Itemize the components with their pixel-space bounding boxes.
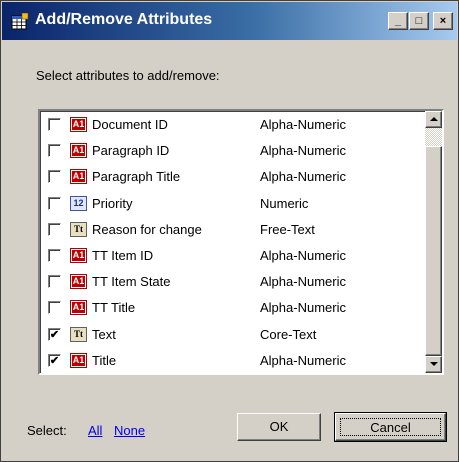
attribute-checkbox[interactable] (48, 353, 61, 367)
alpha-numeric-glyph: A1 (72, 354, 85, 366)
attribute-row[interactable]: A1 Title Alpha-Numeric (40, 349, 420, 373)
attribute-row[interactable]: A1 Paragraph Title Alpha-Numeric (40, 165, 420, 191)
attribute-type: Alpha-Numeric (260, 352, 346, 368)
attribute-checkbox[interactable] (48, 249, 61, 262)
alpha-numeric-glyph: A1 (72, 145, 85, 157)
alpha-numeric-icon: A1 (70, 248, 87, 263)
scroll-up-button[interactable] (425, 111, 442, 128)
attribute-checkbox[interactable] (48, 327, 61, 341)
attribute-type: Free-Text (260, 221, 315, 237)
alpha-numeric-glyph: A1 (72, 119, 85, 130)
attribute-name: Document ID (92, 117, 168, 132)
attribute-type: Core-Text (260, 326, 317, 342)
attribute-name: TT Title (92, 300, 136, 316)
attribute-row[interactable]: Tt Reason for change Free-Text (40, 218, 420, 244)
attribute-type: Alpha-Numeric (260, 274, 346, 290)
title-bar[interactable]: Add/Remove Attributes _ □ × (2, 2, 457, 40)
close-icon: × (439, 15, 447, 27)
ok-button[interactable]: OK (237, 413, 321, 441)
attribute-type: Alpha-Numeric (260, 143, 346, 159)
attribute-row[interactable]: A1 Document ID Alpha-Numeric (40, 113, 420, 139)
window-title: Add/Remove Attributes (35, 11, 213, 28)
attribute-checkbox[interactable] (48, 275, 61, 289)
numeric-icon: 12 (70, 195, 87, 211)
attribute-name: Paragraph Title (92, 169, 181, 185)
alpha-numeric-icon: A1 (70, 274, 87, 290)
attribute-checkbox[interactable] (48, 196, 61, 210)
scroll-down-button[interactable] (425, 356, 442, 373)
alpha-numeric-icon: A1 (70, 117, 87, 132)
minimize-icon: _ (394, 15, 402, 27)
attribute-type: Numeric (260, 195, 309, 211)
attribute-list[interactable]: A1 Document ID Alpha-Numeric A1 Paragraph ID… (38, 109, 444, 375)
attribute-name: TT Item State (92, 274, 171, 290)
alpha-numeric-icon: A1 (70, 169, 87, 185)
alpha-numeric-icon: A1 (70, 300, 87, 316)
attribute-checkbox[interactable] (48, 301, 61, 315)
free-text-icon: Tt (70, 326, 87, 342)
add-remove-attributes-dialog: Add/Remove Attributes _ □ × Select attri… (0, 0, 459, 462)
cancel-button-label: Cancel (340, 418, 441, 436)
attribute-checkbox[interactable] (48, 170, 61, 184)
alpha-numeric-glyph: A1 (72, 276, 85, 288)
attribute-name: Priority (92, 195, 133, 211)
maximize-button[interactable]: □ (409, 12, 429, 30)
attribute-row[interactable]: A1 TT Item State Alpha-Numeric (40, 270, 420, 296)
attribute-row[interactable]: A1 TT Title Alpha-Numeric (40, 296, 420, 322)
attribute-row[interactable]: A1 TT Item ID Alpha-Numeric (40, 244, 420, 270)
attribute-type: Alpha-Numeric (260, 300, 346, 316)
table-edit-icon (11, 13, 29, 30)
alpha-numeric-glyph: A1 (72, 302, 85, 314)
attribute-type: Alpha-Numeric (260, 248, 346, 263)
attribute-row[interactable]: A1 Paragraph ID Alpha-Numeric (40, 139, 420, 165)
attribute-type: Alpha-Numeric (260, 169, 346, 185)
attribute-row[interactable]: 12 Priority Numeric (40, 192, 420, 218)
close-button[interactable]: × (433, 12, 453, 30)
attribute-checkbox[interactable] (48, 118, 61, 131)
attribute-name: Title (92, 352, 117, 368)
alpha-numeric-glyph: A1 (72, 171, 85, 183)
attribute-type: Alpha-Numeric (260, 117, 346, 132)
attribute-name: Text (92, 326, 116, 342)
select-none-link[interactable]: None (114, 423, 145, 438)
attribute-checkbox[interactable] (48, 144, 61, 158)
free-text-icon: Tt (70, 221, 87, 237)
alpha-numeric-icon: A1 (70, 143, 87, 159)
attribute-name: Reason for change (92, 221, 202, 237)
maximize-icon: □ (415, 15, 423, 27)
arrow-up-icon (430, 117, 438, 121)
attribute-name: Paragraph ID (92, 143, 170, 159)
vertical-scrollbar[interactable] (425, 111, 442, 373)
minimize-button[interactable]: _ (388, 12, 408, 30)
alpha-numeric-icon: A1 (70, 352, 87, 368)
attribute-checkbox[interactable] (48, 222, 61, 236)
scroll-track[interactable] (425, 128, 442, 146)
select-all-link[interactable]: All (88, 423, 102, 438)
attribute-name: TT Item ID (92, 248, 154, 263)
alpha-numeric-glyph: A1 (72, 250, 85, 261)
scroll-thumb[interactable] (425, 146, 442, 356)
attribute-row[interactable]: Tt Text Core-Text (40, 323, 420, 349)
instruction-label: Select attributes to add/remove: (36, 68, 220, 83)
cancel-button[interactable]: Cancel (334, 412, 447, 442)
arrow-down-icon (430, 362, 438, 366)
select-label: Select: (27, 423, 67, 438)
